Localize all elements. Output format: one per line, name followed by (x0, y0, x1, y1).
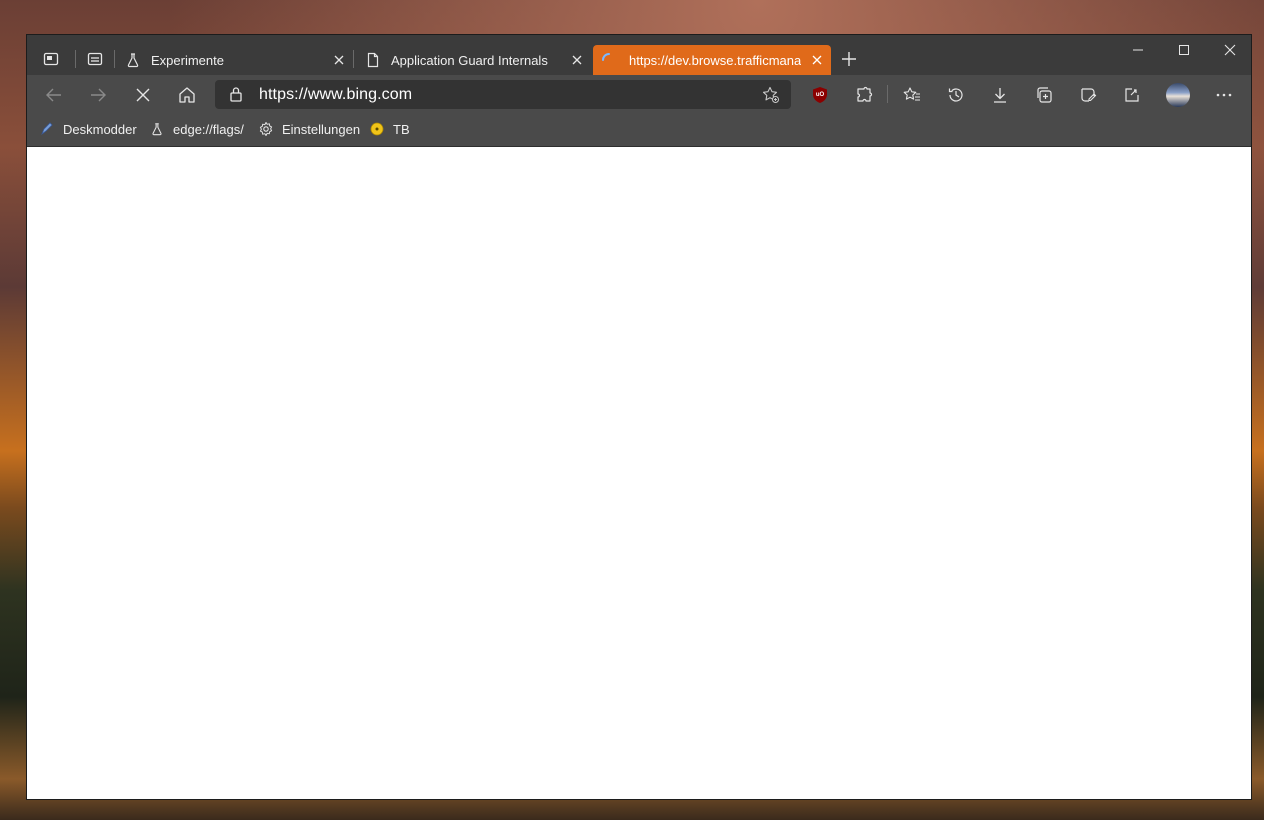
minimize-icon[interactable] (1115, 35, 1161, 65)
collections-icon[interactable] (1033, 84, 1055, 106)
tabstrip-separator (75, 50, 76, 68)
url-text: https://www.bing.com (259, 86, 413, 103)
tab-actions-icon[interactable] (85, 49, 105, 69)
download-icon[interactable] (989, 84, 1011, 106)
forward-arrow-icon[interactable] (87, 84, 109, 106)
stop-icon[interactable] (132, 84, 154, 106)
tab-active-trafficmanager[interactable]: https://dev.browse.trafficmanage (593, 45, 831, 75)
favorite-label: TB (393, 121, 410, 137)
favorite-deskmodder[interactable]: Deskmodder (39, 119, 137, 139)
tabstrip-separator (353, 50, 354, 68)
tab-close-icon[interactable] (809, 52, 825, 68)
loading-spinner-icon (601, 52, 617, 68)
favorite-label: Einstellungen (282, 121, 361, 137)
lock-icon[interactable] (229, 86, 245, 102)
tab-title: Application Guard Internals (391, 52, 548, 68)
flask-icon (125, 52, 141, 68)
close-icon[interactable] (1207, 35, 1253, 65)
address-bar[interactable]: https://www.bing.com (215, 80, 791, 109)
flask-icon (149, 121, 165, 137)
favorites-bar: Deskmodder edge://flags/ Einstellungen T… (27, 113, 1251, 147)
page-content[interactable] (27, 147, 1251, 799)
web-capture-icon[interactable] (1077, 84, 1099, 106)
maximize-icon[interactable] (1161, 35, 1207, 65)
tab-title: https://dev.browse.trafficmanage (629, 52, 801, 68)
favorite-tb[interactable]: TB (369, 119, 410, 139)
plus-icon[interactable] (839, 49, 859, 69)
tab-experimente[interactable]: Experimente (117, 45, 353, 75)
tabstrip-separator (114, 50, 115, 68)
favorite-label: Deskmodder (63, 121, 137, 137)
pen-icon (39, 121, 55, 137)
navigation-toolbar: https://www.bing.com uO (27, 75, 1251, 113)
share-icon[interactable] (1121, 84, 1143, 106)
tab-strip: Experimente Application Guard Internals … (27, 35, 1251, 75)
tab-close-icon[interactable] (569, 52, 585, 68)
more-icon[interactable] (1213, 84, 1235, 106)
page-icon (365, 52, 381, 68)
favorite-einstellungen[interactable]: Einstellungen (258, 119, 360, 139)
favorite-edge-flags[interactable]: edge://flags/ (149, 119, 244, 139)
gear-icon (258, 121, 274, 137)
tab-close-icon[interactable] (331, 52, 347, 68)
yellow-circle-icon (369, 121, 385, 137)
browser-window: Experimente Application Guard Internals … (26, 34, 1252, 800)
extensions-icon[interactable] (853, 84, 875, 106)
history-icon[interactable] (945, 84, 967, 106)
profile-avatar[interactable] (1166, 83, 1190, 107)
toolbar-separator (887, 85, 888, 103)
tab-title: Experimente (151, 52, 224, 68)
home-icon[interactable] (176, 84, 198, 106)
tab-application-guard-internals[interactable]: Application Guard Internals (357, 45, 591, 75)
favorites-icon[interactable] (901, 84, 923, 106)
back-arrow-icon[interactable] (43, 84, 65, 106)
ublock-extension-icon[interactable]: uO (809, 84, 831, 106)
favorite-label: edge://flags/ (173, 121, 244, 137)
add-favorite-icon[interactable] (761, 85, 781, 105)
ublock-badge: uO (815, 92, 825, 98)
workspaces-icon[interactable] (41, 49, 61, 69)
